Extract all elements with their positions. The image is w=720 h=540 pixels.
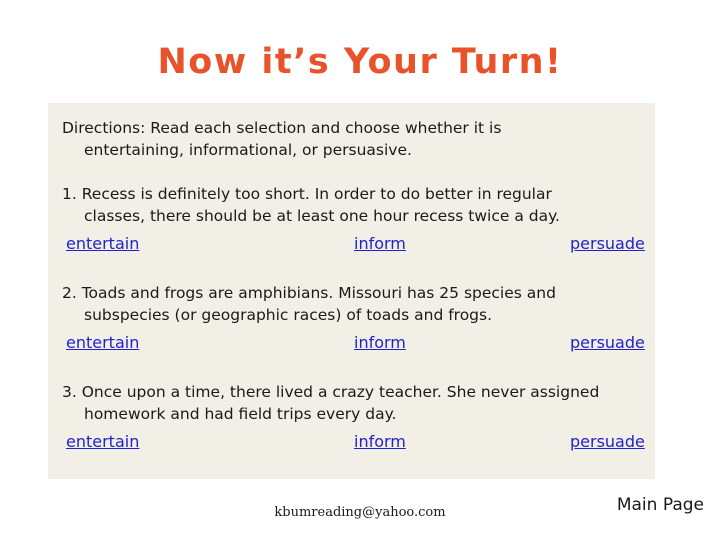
main-page-link[interactable]: Main Page [617,495,704,515]
content-panel: Directions: Read each selection and choo… [48,103,655,479]
choice-entertain-2[interactable]: entertain [66,333,139,352]
choices-row-1: entertain inform persuade [62,234,645,260]
question-item-2: 2. Toads and frogs are amphibians. Misso… [62,282,645,359]
question-3-line-2: homework and had field trips every day. [84,405,397,423]
page-title: Now it’s Your Turn! [157,42,563,82]
question-3-line-1: 3. Once upon a time, there lived a crazy… [62,383,600,401]
question-text-2: 2. Toads and frogs are amphibians. Misso… [62,282,641,326]
question-1-line-2: classes, there should be at least one ho… [84,207,560,225]
question-item-3: 3. Once upon a time, there lived a crazy… [62,381,645,458]
contact-email: kbumreading@yahoo.com [274,505,446,520]
choice-entertain-1[interactable]: entertain [66,234,139,253]
choice-inform-3[interactable]: inform [354,432,406,451]
question-text-1: 1. Recess is definitely too short. In or… [62,183,641,227]
choice-entertain-3[interactable]: entertain [66,432,139,451]
question-2-line-2: subspecies (or geographic races) of toad… [84,306,493,324]
directions-line-2: entertaining, informational, or persuasi… [84,141,412,159]
choice-inform-2[interactable]: inform [354,333,406,352]
choice-persuade-2[interactable]: persuade [570,333,645,352]
directions-line-1: Directions: Read each selection and choo… [62,119,502,137]
question-text-3: 3. Once upon a time, there lived a crazy… [62,381,641,425]
choice-inform-1[interactable]: inform [354,234,406,253]
choices-row-2: entertain inform persuade [62,333,645,359]
directions-text: Directions: Read each selection and choo… [62,117,641,161]
question-1-line-1: 1. Recess is definitely too short. In or… [62,185,552,203]
choices-row-3: entertain inform persuade [62,432,645,458]
choice-persuade-3[interactable]: persuade [570,432,645,451]
choice-persuade-1[interactable]: persuade [570,234,645,253]
slide: Now it’s Your Turn! Directions: Read eac… [0,0,720,540]
question-2-line-1: 2. Toads and frogs are amphibians. Misso… [62,284,556,302]
question-item-1: 1. Recess is definitely too short. In or… [62,183,645,260]
